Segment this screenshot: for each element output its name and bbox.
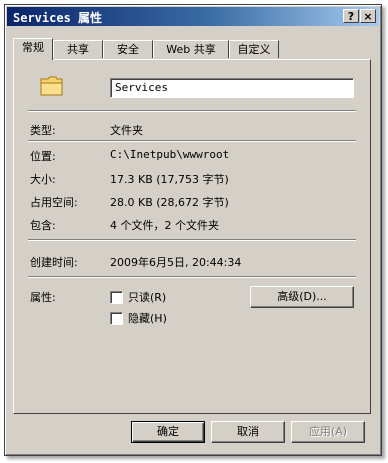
separator	[28, 140, 356, 142]
close-button[interactable]: ×	[360, 9, 376, 23]
hidden-checkbox[interactable]	[110, 312, 123, 325]
size-label: 大小:	[30, 173, 56, 186]
window-title: Services 属性	[13, 11, 103, 25]
contains-label: 包含:	[30, 219, 56, 232]
separator	[28, 276, 356, 278]
folder-icon	[40, 75, 64, 100]
separator	[28, 110, 356, 112]
readonly-checkbox[interactable]	[110, 291, 123, 304]
title-bar[interactable]: Services 属性 ? ×	[7, 7, 379, 26]
created-label: 创建时间:	[30, 256, 78, 269]
readonly-label[interactable]: 只读(R)	[128, 289, 166, 305]
contains-value: 4 个文件，2 个文件夹	[110, 219, 219, 232]
separator	[28, 239, 356, 241]
type-value: 文件夹	[110, 124, 143, 137]
size-on-disk-label: 占用空间:	[30, 196, 78, 209]
tab-web-sharing[interactable]: Web 共享	[153, 40, 229, 58]
apply-button[interactable]: 应用(A)	[291, 421, 365, 443]
general-tab-panel: Services 类型: 文件夹 位置: C:\Inetpub\wwwroot …	[13, 59, 371, 414]
tab-customize[interactable]: 自定义	[229, 40, 279, 58]
ok-button[interactable]: 确定	[131, 421, 205, 443]
help-button[interactable]: ?	[343, 9, 359, 23]
type-label: 类型:	[30, 124, 56, 137]
hidden-label[interactable]: 隐藏(H)	[128, 310, 167, 326]
tab-sharing[interactable]: 共享	[53, 40, 103, 58]
created-value: 2009年6月5日, 20:44:34	[110, 256, 242, 269]
tab-general[interactable]: 常规	[13, 38, 53, 60]
size-on-disk-value: 28.0 KB (28,672 字节)	[110, 196, 229, 209]
advanced-button[interactable]: 高级(D)...	[250, 286, 354, 308]
folder-name-field[interactable]: Services	[110, 78, 354, 98]
location-label: 位置:	[30, 150, 56, 163]
cancel-button[interactable]: 取消	[211, 421, 285, 443]
location-value: C:\Inetpub\wwwroot	[110, 148, 230, 161]
attributes-label: 属性:	[30, 291, 56, 304]
size-value: 17.3 KB (17,753 字节)	[110, 173, 229, 186]
tab-security[interactable]: 安全	[103, 40, 153, 58]
properties-dialog: Services 属性 ? × 常规 共享 安全 Web 共享 自定义 Serv…	[4, 4, 382, 456]
